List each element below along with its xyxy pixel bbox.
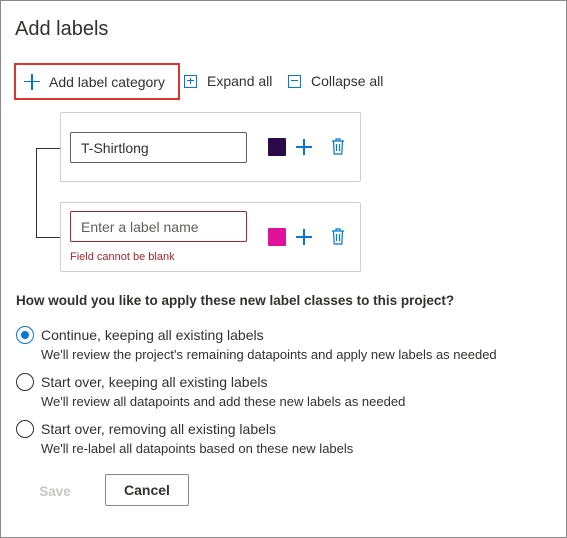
add-sublabel-icon[interactable] [296, 139, 312, 155]
option-label: Start over, keeping all existing labels [41, 374, 268, 390]
collapse-all-button[interactable]: Collapse all [288, 73, 383, 89]
label-row [60, 112, 361, 182]
expand-all-icon [184, 74, 197, 88]
dialog-title: Add labels [15, 18, 109, 40]
save-button[interactable]: Save [30, 479, 80, 503]
label-color-swatch[interactable] [268, 228, 286, 246]
label-color-swatch[interactable] [268, 138, 286, 156]
collapse-all-label: Collapse all [311, 73, 384, 89]
tree-connector [36, 148, 37, 238]
add-sublabel-icon[interactable] [296, 229, 312, 245]
tree-connector-branch [36, 148, 60, 149]
cancel-button[interactable]: Cancel [105, 474, 189, 506]
trash-icon[interactable] [331, 137, 345, 155]
option-description: We'll review the project's remaining dat… [41, 347, 497, 362]
radio-button[interactable] [16, 420, 34, 438]
radio-button[interactable] [16, 326, 34, 344]
option-description: We'll review all datapoints and add thes… [41, 394, 406, 409]
apply-question: How would you like to apply these new la… [16, 293, 455, 308]
expand-all-button[interactable]: Expand all [184, 73, 272, 89]
label-name-input[interactable] [70, 132, 247, 163]
tree-connector-branch [36, 237, 60, 238]
trash-icon[interactable] [331, 227, 345, 245]
add-label-category-button[interactable]: Add label category [14, 63, 180, 100]
plus-icon [24, 73, 40, 90]
collapse-all-icon [288, 74, 301, 88]
option-label: Continue, keeping all existing labels [41, 327, 264, 343]
add-label-category-label: Add label category [49, 73, 165, 90]
expand-all-label: Expand all [207, 73, 273, 89]
field-error-message: Field cannot be blank [70, 251, 175, 263]
label-row: Field cannot be blank [60, 202, 361, 272]
option-description: We'll re-label all datapoints based on t… [41, 441, 354, 456]
option-label: Start over, removing all existing labels [41, 421, 276, 437]
radio-button[interactable] [16, 373, 34, 391]
label-name-input[interactable] [70, 211, 247, 242]
